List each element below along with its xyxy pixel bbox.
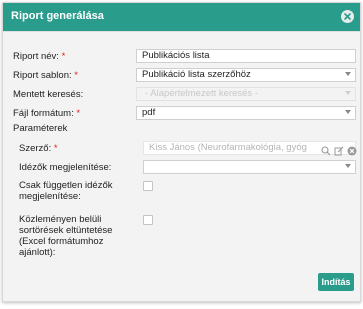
citations-display-label: Idézők megjelenítése:	[19, 162, 112, 173]
chevron-down-icon	[345, 72, 351, 76]
dialog-body: Riport név: * Publikációs lista Riport s…	[3, 31, 360, 301]
edit-icon[interactable]	[334, 143, 344, 156]
saved-search-select: - Alapértelmezett keresés -	[136, 87, 356, 101]
search-icon[interactable]	[321, 143, 331, 156]
file-format-label: Fájl formátum: *	[13, 108, 81, 119]
close-icon[interactable]	[341, 10, 354, 23]
chevron-down-icon	[345, 164, 351, 168]
bulletin-breaks-label: Közleményen belüli sortörések eltüntetés…	[19, 214, 113, 258]
start-button[interactable]: Indítás	[318, 273, 354, 291]
report-template-select[interactable]: Publikáció lista szerzőhöz	[136, 68, 356, 82]
chevron-down-icon	[345, 91, 351, 95]
report-template-label: Riport sablon: *	[13, 70, 78, 81]
author-label: Szerző: *	[19, 143, 58, 154]
citations-display-select[interactable]	[143, 160, 356, 174]
report-name-input[interactable]: Publikációs lista	[136, 49, 356, 63]
dialog-title: Riport generálása	[11, 10, 104, 22]
chevron-down-icon	[345, 110, 351, 114]
report-dialog: Riport generálása Riport név: * Publikác…	[2, 2, 361, 302]
clear-icon[interactable]	[347, 143, 357, 156]
independent-citations-checkbox[interactable]	[143, 181, 153, 191]
file-format-select[interactable]: pdf	[136, 106, 356, 120]
dialog-titlebar: Riport generálása	[3, 3, 360, 31]
report-name-label: Riport név: *	[13, 51, 66, 62]
independent-citations-label: Csak független idézők megjelenítése:	[19, 180, 113, 202]
bulletin-breaks-checkbox[interactable]	[143, 215, 153, 225]
parameters-heading: Paraméterek	[13, 123, 68, 134]
saved-search-label: Mentett keresés:	[13, 89, 84, 100]
